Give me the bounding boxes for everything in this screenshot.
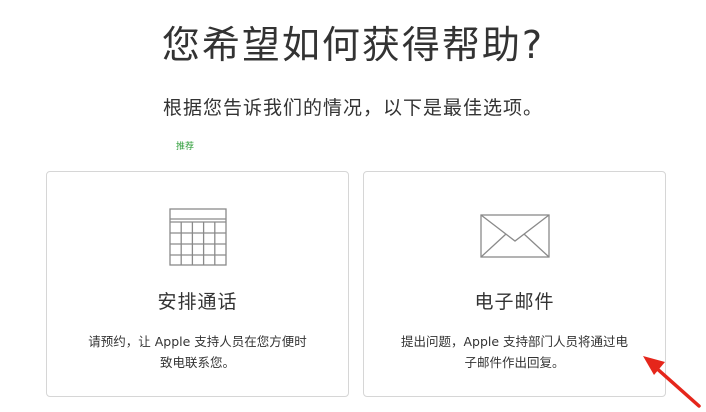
schedule-call-description-line2: 致电联系您。 (159, 355, 235, 370)
page-subtitle: 根据您告诉我们的情况，以下是最佳选项。 (162, 97, 543, 119)
recommended-label: 推荐 (176, 142, 195, 152)
calendar-icon (168, 208, 227, 266)
email-option[interactable]: 电子邮件 提出问题，Apple 支持部门人员将通过电 子邮件作出回复。 (363, 171, 666, 397)
email-description-line1: 提出问题，Apple 支持部门人员将通过电 (400, 334, 629, 349)
email-description: 提出问题，Apple 支持部门人员将通过电 子邮件作出回复。 (378, 331, 651, 373)
schedule-call-description-line1: 请预约，让 Apple 支持人员在您方便时 (88, 334, 307, 349)
page-title: 您希望如何获得帮助? (161, 23, 545, 67)
help-options-page: 您希望如何获得帮助? 根据您告诉我们的情况，以下是最佳选项。 推荐 安排通话 请… (0, 0, 706, 412)
schedule-call-title: 安排通话 (157, 291, 238, 313)
schedule-call-description: 请预约，让 Apple 支持人员在您方便时 致电联系您。 (61, 331, 334, 373)
schedule-call-option[interactable]: 安排通话 请预约，让 Apple 支持人员在您方便时 致电联系您。 (46, 171, 349, 397)
email-title: 电子邮件 (474, 291, 555, 313)
email-description-line2: 子邮件作出回复。 (464, 355, 565, 370)
envelope-icon (479, 214, 550, 258)
